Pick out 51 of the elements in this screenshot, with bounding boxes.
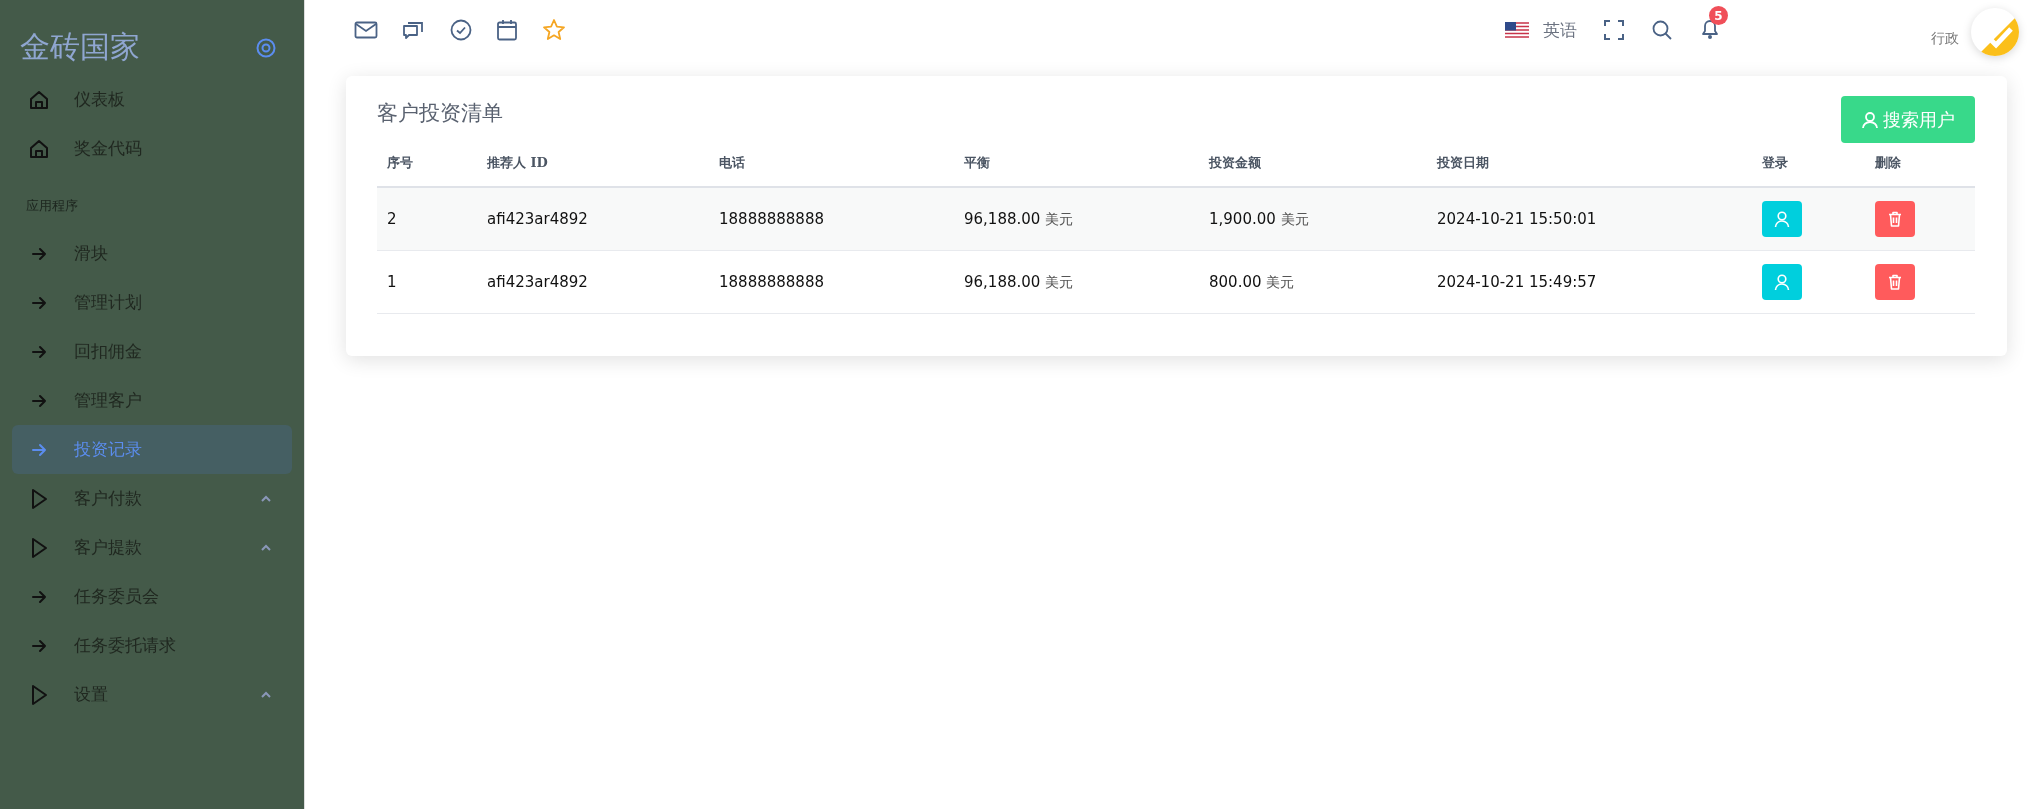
table-cell: 18888888888 (719, 210, 824, 228)
mail-icon[interactable] (354, 20, 378, 40)
fullscreen-icon[interactable] (1603, 19, 1625, 41)
trash-icon (1886, 273, 1904, 291)
column-header: 电话 (719, 155, 745, 170)
table-cell: 96,188.00 (964, 209, 1041, 228)
user-icon (1773, 273, 1791, 291)
table-cell: 1 (387, 273, 397, 291)
user-icon (1861, 110, 1879, 129)
column-header: 平衡 (964, 155, 990, 170)
chevron-up-icon (260, 690, 272, 699)
chat-icon[interactable] (402, 19, 426, 41)
column-header: 投资日期 (1437, 155, 1489, 170)
column-header: 序号 (387, 155, 413, 170)
currency-label: 美元 (1280, 210, 1309, 227)
table-cell: 1,900.00 (1209, 209, 1276, 228)
search-icon[interactable] (1651, 19, 1673, 41)
column-header: 投资金额 (1209, 155, 1261, 170)
nav-item[interactable]: 投资记录 (12, 425, 292, 474)
logo-text: 金砖国家 (20, 29, 140, 65)
table-cell: 18888888888 (719, 273, 824, 291)
column-header: 推荐人 ID (487, 155, 548, 170)
chevron-up-icon (260, 543, 272, 552)
table-cell: 96,188.00 (964, 272, 1041, 291)
currency-label: 美元 (1045, 273, 1074, 290)
check-circle-icon[interactable] (450, 19, 472, 41)
home-icon (28, 88, 50, 111)
table-cell: 2024-10-21 15:50:01 (1437, 210, 1597, 228)
table-cell: afi423ar4892 (487, 210, 588, 228)
table-cell: 2 (387, 210, 397, 228)
delete-button[interactable] (1875, 264, 1915, 300)
table-cell: afi423ar4892 (487, 273, 588, 291)
chevron-up-icon (260, 494, 272, 503)
star-icon[interactable] (542, 18, 566, 42)
currency-label: 美元 (1045, 210, 1074, 227)
delete-button[interactable] (1875, 201, 1915, 237)
table-cell: 800.00 (1209, 272, 1262, 291)
language-label[interactable]: 英语 (1543, 18, 1577, 42)
calendar-icon[interactable] (496, 19, 518, 41)
currency-label: 美元 (1266, 273, 1295, 290)
table-cell: 2024-10-21 15:49:57 (1437, 273, 1597, 291)
column-header: 登录 (1762, 155, 1788, 170)
card-title: 客户投资清单 (377, 100, 503, 127)
notification-badge: 5 (1709, 6, 1728, 25)
home-icon (28, 137, 50, 160)
us-flag-icon[interactable] (1505, 22, 1529, 38)
search-user-button[interactable]: 搜索用户 (1841, 96, 1975, 143)
user-name[interactable]: 行政 (1931, 16, 1959, 48)
column-header: 删除 (1875, 155, 1901, 170)
user-icon (1773, 210, 1791, 228)
trash-icon (1886, 210, 1904, 228)
